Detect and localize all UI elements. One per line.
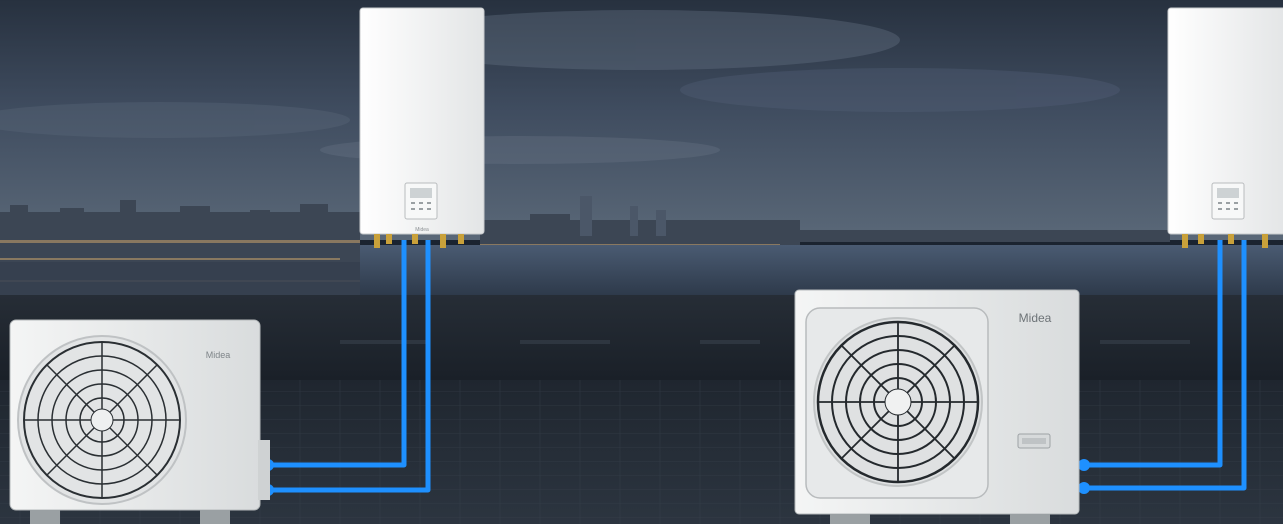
indoor-unit-right: [1167, 7, 1283, 248]
midea-logo-icon: Midea: [415, 227, 429, 233]
outdoor-unit-right: Midea: [794, 289, 1080, 524]
brand-label: Midea: [1019, 311, 1052, 325]
controller-display-icon: [410, 188, 432, 198]
controller-display-icon: [1217, 188, 1239, 198]
indoor-unit-left: Midea: [359, 7, 485, 248]
svg-text:Midea: Midea: [206, 350, 231, 360]
bay-water: [360, 245, 1283, 295]
heat-pump-scene: Midea Midea Midea: [0, 0, 1283, 524]
outdoor-unit-left: Midea: [9, 319, 270, 524]
